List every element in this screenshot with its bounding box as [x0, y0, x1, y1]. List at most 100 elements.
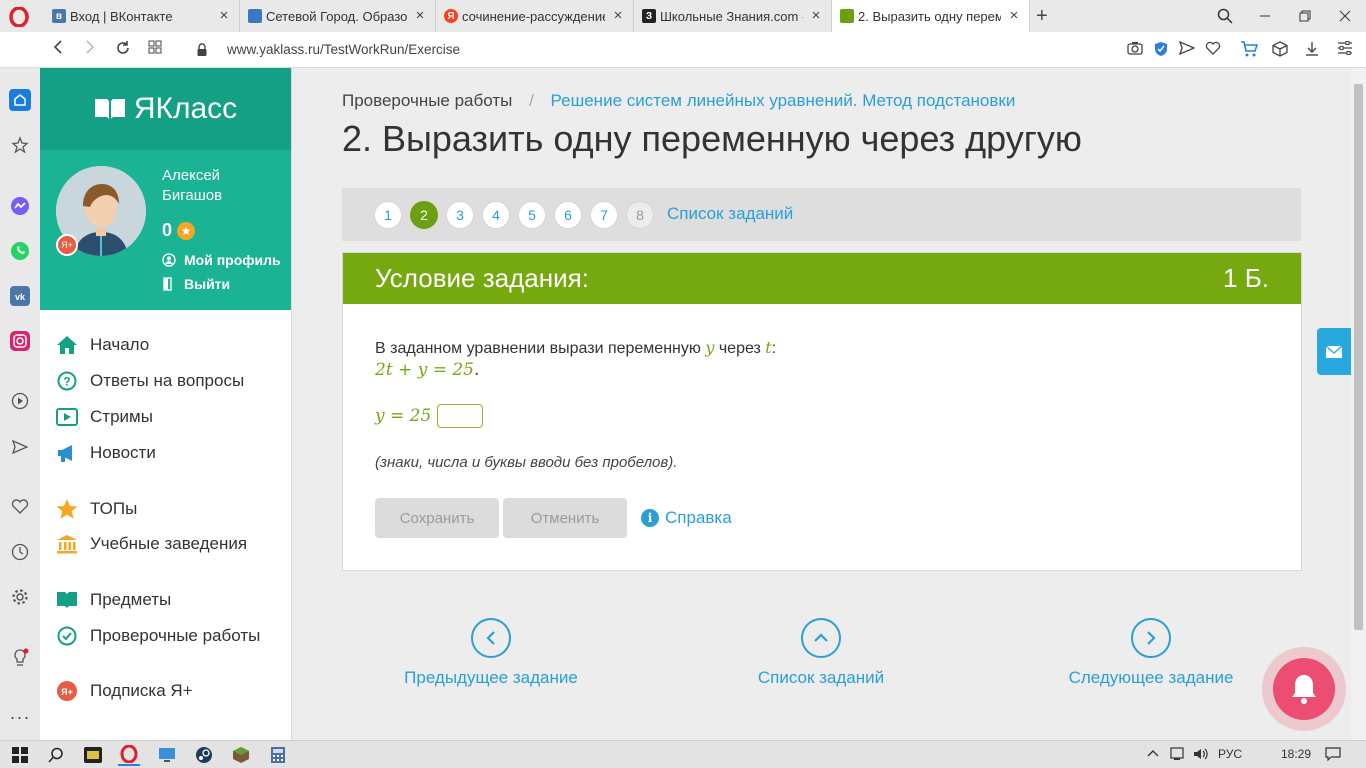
minimize-icon[interactable] [1245, 0, 1285, 32]
home-speed-dial-icon[interactable] [9, 89, 31, 111]
close-tab-icon[interactable]: × [809, 8, 823, 23]
whatsapp-icon[interactable] [9, 240, 31, 262]
easy-setup-icon[interactable] [1336, 41, 1354, 59]
site-logo[interactable]: ЯКласс [40, 68, 291, 150]
settings-gear-icon[interactable] [9, 586, 31, 608]
close-tab-icon[interactable]: × [611, 8, 625, 23]
menu-item-streams[interactable]: Стримы [56, 405, 153, 429]
opera-taskbar-icon[interactable] [118, 744, 140, 766]
instagram-icon[interactable] [9, 330, 31, 352]
volume-icon[interactable] [1193, 747, 1209, 764]
reload-icon[interactable] [113, 40, 133, 60]
cart-icon[interactable] [1240, 41, 1259, 59]
yaklass-book-icon [94, 99, 125, 119]
windows-start-icon[interactable] [9, 744, 31, 766]
menu-item-news[interactable]: Новости [56, 441, 156, 465]
opera-logo-icon[interactable] [9, 7, 29, 27]
menu-item-tests[interactable]: Проверочные работы [56, 624, 260, 648]
browser-tab-active[interactable]: 2. Выразить одну переме × [832, 0, 1030, 32]
close-window-icon[interactable] [1325, 0, 1365, 32]
minecraft-icon[interactable] [230, 744, 252, 766]
tray-chevron-up-icon[interactable] [1146, 747, 1160, 761]
tips-lightbulb-icon[interactable] [9, 647, 31, 669]
camera-icon[interactable] [1126, 41, 1144, 59]
help-link[interactable]: i Справка [641, 508, 732, 528]
more-dots-icon[interactable]: ··· [9, 706, 31, 728]
task-list-link[interactable]: Список заданий [667, 204, 793, 224]
browser-tab[interactable]: Сетевой Город. Образова × [240, 0, 436, 32]
menu-item-subjects[interactable]: Предметы [56, 588, 171, 612]
menu-item-home[interactable]: Начало [56, 333, 149, 357]
breadcrumb-topic-link[interactable]: Решение систем линейных уравнений. Метод… [551, 91, 1016, 110]
app-icon[interactable] [82, 744, 104, 766]
browser-tab[interactable]: Я сочинение-рассуждение × [436, 0, 634, 32]
computer-icon[interactable] [156, 744, 178, 766]
forward-icon[interactable] [80, 40, 100, 60]
menu-item-tops[interactable]: ТОПы [56, 497, 137, 521]
menu-item-schools[interactable]: Учебные заведения [56, 532, 247, 556]
close-tab-icon[interactable]: × [1007, 8, 1021, 23]
history-icon[interactable] [9, 541, 31, 563]
tray-clock[interactable]: 18:29 [1281, 747, 1311, 761]
back-icon[interactable] [48, 40, 68, 60]
flow-icon[interactable] [9, 436, 31, 458]
subscription-icon: Я+ [56, 680, 78, 702]
calculator-icon[interactable] [267, 744, 289, 766]
page-number-1[interactable]: 1 [374, 201, 402, 229]
next-task-link[interactable]: Следующее задание [1031, 618, 1271, 688]
network-icon[interactable] [1170, 747, 1186, 764]
feedback-mail-button[interactable] [1317, 328, 1351, 375]
steam-icon[interactable] [193, 744, 215, 766]
save-button[interactable]: Сохранить [375, 498, 499, 538]
page-number-4[interactable]: 4 [482, 201, 510, 229]
user-name[interactable]: Алексей Бигашов [162, 166, 222, 206]
page-scrollbar[interactable] [1351, 68, 1366, 740]
page-number-3[interactable]: 3 [446, 201, 474, 229]
task-header: Условие задания: 1 Б. [343, 253, 1301, 304]
logout-link[interactable]: Выйти [162, 276, 230, 292]
my-profile-link[interactable]: Мой профиль [162, 252, 281, 268]
page-number-7[interactable]: 7 [590, 201, 618, 229]
box-icon[interactable] [1271, 41, 1289, 59]
page-number-6[interactable]: 6 [554, 201, 582, 229]
speed-dial-icon[interactable] [145, 40, 165, 60]
previous-task-link[interactable]: Предыдущее задание [371, 618, 611, 688]
page-number-2-current[interactable]: 2 [410, 201, 438, 229]
browser-tab[interactable]: в Вход | ВКонтакте × [44, 0, 240, 32]
close-tab-icon[interactable]: × [413, 8, 427, 23]
cancel-button[interactable]: Отменить [503, 498, 627, 538]
breadcrumb-root[interactable]: Проверочные работы [342, 91, 512, 110]
restore-icon[interactable] [1285, 0, 1325, 32]
scrollbar-thumb[interactable] [1354, 84, 1363, 630]
player-icon[interactable] [9, 390, 31, 412]
tray-language[interactable]: РУС [1218, 747, 1242, 761]
building-icon [56, 533, 78, 555]
close-tab-icon[interactable]: × [217, 8, 231, 23]
lock-icon[interactable] [197, 43, 207, 56]
search-icon[interactable] [45, 744, 67, 766]
vk-sidebar-icon[interactable]: vk [9, 285, 31, 307]
messenger-icon[interactable] [9, 195, 31, 217]
bookmarks-icon[interactable] [9, 134, 31, 156]
svg-text:?: ? [63, 375, 70, 389]
heart-icon[interactable] [1204, 41, 1222, 59]
menu-item-subscription[interactable]: Я+ Подписка Я+ [56, 679, 193, 703]
download-icon[interactable] [1303, 41, 1321, 59]
task-list-nav-link[interactable]: Список заданий [701, 618, 941, 688]
bell-icon [1292, 675, 1316, 704]
vpn-shield-icon[interactable] [1152, 41, 1170, 59]
new-tab-icon[interactable]: + [1036, 5, 1048, 28]
notifications-icon[interactable] [1325, 747, 1341, 764]
yaklass-icon [840, 9, 854, 23]
page-number-8[interactable]: 8 [626, 201, 654, 229]
task-pager: 1 2 3 4 5 6 7 8 Список заданий [342, 188, 1301, 241]
notification-bell-button[interactable] [1262, 647, 1346, 731]
tab-search-icon[interactable] [1205, 0, 1245, 32]
pinboard-heart-icon[interactable] [9, 496, 31, 518]
send-icon[interactable] [1178, 40, 1196, 59]
url-field[interactable]: www.yaklass.ru/TestWorkRun/Exercise [227, 42, 460, 57]
browser-tab[interactable]: З Школьные Знания.com - Р × [634, 0, 832, 32]
page-number-5[interactable]: 5 [518, 201, 546, 229]
menu-item-answers[interactable]: ? Ответы на вопросы [56, 369, 244, 393]
answer-input[interactable] [437, 404, 484, 428]
